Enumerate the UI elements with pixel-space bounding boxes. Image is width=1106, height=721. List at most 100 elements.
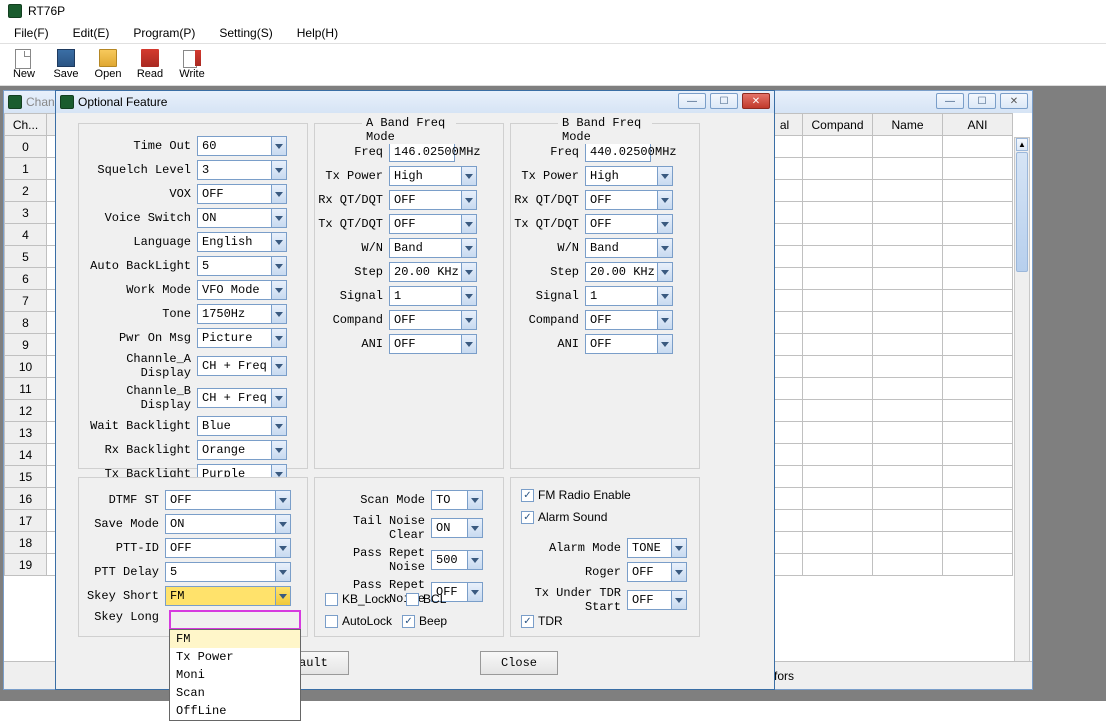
dropdown-item-txpower[interactable]: Tx Power bbox=[170, 648, 300, 666]
chevron-down-icon[interactable] bbox=[271, 304, 287, 324]
dropdown-item-moni[interactable]: Moni bbox=[170, 666, 300, 684]
chevron-down-icon[interactable] bbox=[657, 238, 673, 258]
tool-new[interactable]: New bbox=[6, 46, 42, 84]
chevron-down-icon[interactable] bbox=[461, 310, 477, 330]
autolock-checkbox[interactable]: AutoLock bbox=[325, 614, 392, 628]
chevron-down-icon[interactable] bbox=[271, 416, 287, 436]
dropdown-item-offline[interactable]: OffLine bbox=[170, 702, 300, 720]
chevron-down-icon[interactable] bbox=[271, 440, 287, 460]
tone-combo[interactable]: 1750Hz bbox=[197, 304, 287, 324]
dropdown-item-fm[interactable]: FM bbox=[170, 630, 300, 648]
chevron-down-icon[interactable] bbox=[671, 590, 687, 610]
vox-combo[interactable]: OFF bbox=[197, 184, 287, 204]
auto-backlight-combo[interactable]: 5 bbox=[197, 256, 287, 276]
chevron-down-icon[interactable] bbox=[271, 256, 287, 276]
maximize-button[interactable]: ☐ bbox=[968, 93, 996, 109]
chevron-down-icon[interactable] bbox=[671, 538, 687, 558]
channel-b-display-combo[interactable]: CH + Freq bbox=[197, 388, 287, 408]
band-a-wn-combo[interactable]: Band bbox=[389, 238, 477, 258]
band-a-txqt-combo[interactable]: OFF bbox=[389, 214, 477, 234]
band-a-compand-combo[interactable]: OFF bbox=[389, 310, 477, 330]
alarmsound-checkbox[interactable]: ✓Alarm Sound bbox=[521, 510, 607, 524]
band-b-compand-combo[interactable]: OFF bbox=[585, 310, 673, 330]
chevron-down-icon[interactable] bbox=[467, 550, 483, 570]
chevron-down-icon[interactable] bbox=[271, 328, 287, 348]
chevron-down-icon[interactable] bbox=[657, 310, 673, 330]
scroll-thumb[interactable] bbox=[1016, 152, 1028, 272]
tdr-checkbox[interactable]: ✓TDR bbox=[521, 614, 563, 628]
chevron-down-icon[interactable] bbox=[657, 190, 673, 210]
scan-mode-combo[interactable]: TO bbox=[431, 490, 483, 510]
close-button[interactable]: ✕ bbox=[1000, 93, 1028, 109]
band-b-txpower-combo[interactable]: High bbox=[585, 166, 673, 186]
chevron-down-icon[interactable] bbox=[271, 160, 287, 180]
pass-repet-noise-1-combo[interactable]: 500 bbox=[431, 550, 483, 570]
chevron-down-icon[interactable] bbox=[271, 356, 287, 376]
chevron-down-icon[interactable] bbox=[271, 388, 287, 408]
chevron-down-icon[interactable] bbox=[275, 514, 291, 534]
tool-save[interactable]: Save bbox=[48, 46, 84, 84]
beep-checkbox[interactable]: ✓Beep bbox=[402, 614, 447, 628]
chevron-down-icon[interactable] bbox=[657, 166, 673, 186]
chevron-down-icon[interactable] bbox=[461, 334, 477, 354]
band-b-signal-combo[interactable]: 1 bbox=[585, 286, 673, 306]
squelch-combo[interactable]: 3 bbox=[197, 160, 287, 180]
chevron-down-icon[interactable] bbox=[467, 518, 483, 538]
chevron-down-icon[interactable] bbox=[657, 286, 673, 306]
language-combo[interactable]: English bbox=[197, 232, 287, 252]
menu-help[interactable]: Help(H) bbox=[297, 26, 338, 40]
tail-noise-clear-combo[interactable]: ON bbox=[431, 518, 483, 538]
band-a-rxqt-combo[interactable]: OFF bbox=[389, 190, 477, 210]
close-button[interactable]: ✕ bbox=[742, 93, 770, 109]
band-b-freq-input[interactable]: 440.02500 bbox=[585, 142, 651, 162]
vertical-scrollbar[interactable]: ▲ ▼ bbox=[1014, 137, 1030, 687]
chevron-down-icon[interactable] bbox=[275, 538, 291, 558]
chevron-down-icon[interactable] bbox=[275, 490, 291, 510]
chevron-down-icon[interactable] bbox=[657, 214, 673, 234]
tool-open[interactable]: Open bbox=[90, 46, 126, 84]
wait-backlight-combo[interactable]: Blue bbox=[197, 416, 287, 436]
ptt-id-combo[interactable]: OFF bbox=[165, 538, 291, 558]
menu-program[interactable]: Program(P) bbox=[133, 26, 195, 40]
alarm-mode-combo[interactable]: TONE bbox=[627, 538, 687, 558]
skey-long-dropdown[interactable]: FM Tx Power Moni Scan OffLine bbox=[169, 629, 301, 721]
dropdown-item-scan[interactable]: Scan bbox=[170, 684, 300, 702]
band-b-txqt-combo[interactable]: OFF bbox=[585, 214, 673, 234]
bcl-checkbox[interactable]: BCL bbox=[406, 592, 446, 606]
time-out-combo[interactable]: 60 bbox=[197, 136, 287, 156]
band-a-txpower-combo[interactable]: High bbox=[389, 166, 477, 186]
band-b-ani-combo[interactable]: OFF bbox=[585, 334, 673, 354]
minimize-button[interactable]: — bbox=[936, 93, 964, 109]
chevron-down-icon[interactable] bbox=[657, 262, 673, 282]
chevron-down-icon[interactable] bbox=[461, 286, 477, 306]
menu-file[interactable]: File(F) bbox=[14, 26, 49, 40]
voice-switch-combo[interactable]: ON bbox=[197, 208, 287, 228]
chevron-down-icon[interactable] bbox=[271, 136, 287, 156]
chevron-down-icon[interactable] bbox=[275, 562, 291, 582]
channel-a-display-combo[interactable]: CH + Freq bbox=[197, 356, 287, 376]
fmradio-checkbox[interactable]: ✓FM Radio Enable bbox=[521, 488, 631, 502]
tool-write[interactable]: Write bbox=[174, 46, 210, 84]
menu-edit[interactable]: Edit(E) bbox=[73, 26, 110, 40]
menu-setting[interactable]: Setting(S) bbox=[219, 26, 272, 40]
rx-backlight-combo[interactable]: Orange bbox=[197, 440, 287, 460]
kblock-checkbox[interactable]: KB_Lock bbox=[325, 592, 390, 606]
ptt-delay-combo[interactable]: 5 bbox=[165, 562, 291, 582]
chevron-down-icon[interactable] bbox=[271, 208, 287, 228]
band-a-step-combo[interactable]: 20.00 KHz bbox=[389, 262, 477, 282]
tx-under-tdr-combo[interactable]: OFF bbox=[627, 590, 687, 610]
band-a-signal-combo[interactable]: 1 bbox=[389, 286, 477, 306]
chevron-down-icon[interactable] bbox=[461, 190, 477, 210]
maximize-button[interactable]: ☐ bbox=[710, 93, 738, 109]
close-button-bottom[interactable]: Close bbox=[480, 651, 558, 675]
opt-titlebar[interactable]: Optional Feature bbox=[56, 91, 774, 113]
band-a-freq-input[interactable]: 146.02500 bbox=[389, 142, 455, 162]
scroll-up-icon[interactable]: ▲ bbox=[1016, 138, 1028, 151]
chevron-down-icon[interactable] bbox=[657, 334, 673, 354]
chevron-down-icon[interactable] bbox=[461, 214, 477, 234]
pwr-on-msg-combo[interactable]: Picture bbox=[197, 328, 287, 348]
tool-read[interactable]: Read bbox=[132, 46, 168, 84]
chevron-down-icon[interactable] bbox=[271, 280, 287, 300]
chevron-down-icon[interactable] bbox=[461, 238, 477, 258]
band-b-wn-combo[interactable]: Band bbox=[585, 238, 673, 258]
